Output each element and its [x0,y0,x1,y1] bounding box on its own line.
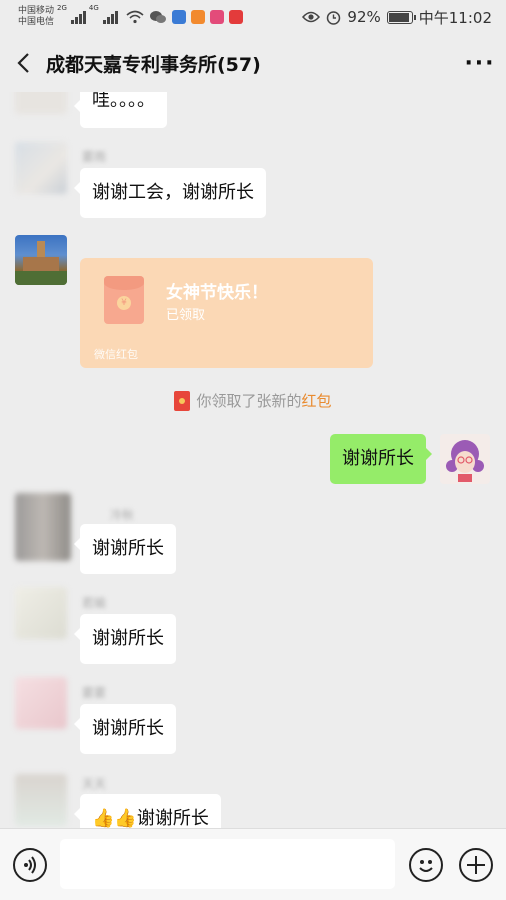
system-message: 你领取了张新的红包 [0,390,506,411]
back-button[interactable] [0,52,46,74]
sender-name: 若瑜 [82,596,107,610]
eye-icon [302,11,321,23]
red-packet-card[interactable]: ¥ 女神节快乐！ 已领取 微信红包 [80,258,373,368]
wifi-icon [126,10,144,24]
emoji-button[interactable] [409,848,443,882]
avatar[interactable] [15,587,67,639]
more-options-button[interactable]: ··· [454,51,506,76]
battery-percent: 92% [347,8,381,26]
message-bubble[interactable]: 谢谢所长 [74,614,176,664]
avatar[interactable] [15,774,67,826]
red-packet-title: 女神节快乐！ [166,283,268,303]
carrier-1: 中国移动 [18,6,55,16]
chat-header: 成都天嘉专利事务所(57) ··· [0,34,506,92]
app-icon-blue [171,10,186,24]
my-avatar[interactable] [440,434,490,484]
message-list[interactable]: 哇。。。。 雾雨 谢谢工会，谢谢所长 ¥ 女神节快乐！ 已领取 微信红包 你领取… [0,92,506,828]
wechat-icon [149,11,166,23]
chat-title: 成都天嘉专利事务所(57) [46,53,261,76]
status-right: 92% 中午11:02 [302,7,492,28]
sender-name: 天天 [82,777,107,791]
carrier-2: 中国电信 [18,17,55,27]
app-icon-pink [209,10,224,24]
sender-name: 雾雨 [82,150,107,164]
sender-name: 冷秋 [110,508,135,522]
app-icon-red [228,10,243,24]
signal-icon-2 [102,10,118,24]
network-type-2: 4G [88,4,99,12]
message-bubble[interactable]: 谢谢所长 [74,524,176,574]
voice-button[interactable] [13,848,47,882]
red-packet-small-icon [174,390,191,411]
red-packet-label: 微信红包 [94,348,138,361]
emoji-icon [419,860,433,872]
avatar[interactable] [15,677,67,729]
chevron-left-icon [17,53,29,73]
notification-icons [126,10,243,24]
my-message-bubble[interactable]: 谢谢所长 [330,434,432,484]
battery-icon [386,10,416,24]
avatar[interactable] [15,142,67,194]
avatar[interactable] [15,493,71,561]
alarm-icon [327,10,341,25]
video-app-icon [190,10,205,24]
message-bubble[interactable]: 哇。。。。 [74,92,167,128]
red-packet-icon: ¥ [104,276,144,324]
plus-button[interactable] [459,848,493,882]
sender-name: 雾雾 [82,686,107,700]
avatar-photo [15,241,67,285]
system-link[interactable]: 红包 [302,392,332,410]
signal-icon [70,10,86,24]
message-bubble[interactable]: 谢谢所长 [74,704,176,754]
message-input[interactable] [60,839,395,889]
avatar-illustration [446,440,484,482]
clock: 中午11:02 [418,8,492,27]
voice-icon [24,856,36,874]
avatar[interactable] [15,235,67,285]
carrier-info: 中国移动 中国电信 [18,6,54,28]
status-bar: 中国移动 中国电信 2G 4G 92% 中午11:02 [0,0,506,34]
message-bubble[interactable]: 谢谢工会，谢谢所长 [74,168,266,218]
message-bubble[interactable]: 👍👍谢谢所长 [74,794,221,828]
input-bar [0,828,506,900]
avatar[interactable] [15,92,67,114]
red-packet-status: 已领取 [166,308,206,323]
network-type-1: 2G [57,4,67,12]
system-text: 你领取了张新的红包 [196,392,332,410]
